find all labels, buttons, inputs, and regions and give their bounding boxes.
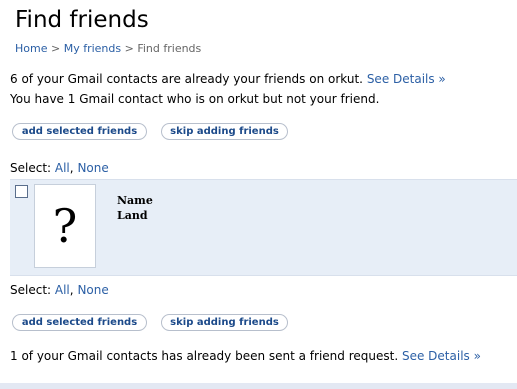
select-comma: , bbox=[69, 283, 74, 297]
skip-adding-friends-button[interactable]: skip adding friends bbox=[161, 123, 288, 140]
breadcrumb-home-link[interactable]: Home bbox=[15, 42, 47, 55]
select-none-link[interactable]: None bbox=[77, 283, 108, 297]
friend-name: Name bbox=[117, 194, 153, 207]
already-friends-text: 6 of your Gmail contacts are already you… bbox=[10, 72, 363, 86]
select-comma: , bbox=[69, 161, 74, 175]
add-selected-friends-button[interactable]: add selected friends bbox=[12, 123, 147, 140]
breadcrumb-separator: > bbox=[124, 42, 134, 55]
page-title: Find friends bbox=[15, 7, 149, 33]
add-selected-friends-button[interactable]: add selected friends bbox=[12, 314, 147, 331]
friend-checkbox[interactable] bbox=[15, 185, 28, 198]
skip-adding-friends-button[interactable]: skip adding friends bbox=[161, 314, 288, 331]
select-label: Select: bbox=[10, 283, 52, 297]
select-label: Select: bbox=[10, 161, 52, 175]
find-friends-panel: Find friends Home > My friends > Find fr… bbox=[0, 0, 517, 383]
already-friends-details-link[interactable]: See Details » bbox=[367, 72, 446, 86]
friend-row: ? Name Land bbox=[10, 179, 517, 276]
select-row-bottom: Select: All, None bbox=[10, 283, 109, 297]
request-sent-details-link[interactable]: See Details » bbox=[402, 349, 481, 363]
breadcrumb: Home > My friends > Find friends bbox=[15, 42, 201, 55]
select-all-link[interactable]: All bbox=[55, 283, 70, 297]
select-none-link[interactable]: None bbox=[77, 161, 108, 175]
friend-avatar-placeholder[interactable]: ? bbox=[34, 184, 96, 268]
breadcrumb-my-friends-link[interactable]: My friends bbox=[64, 42, 121, 55]
breadcrumb-current: Find friends bbox=[137, 42, 202, 55]
breadcrumb-separator: > bbox=[50, 42, 61, 55]
select-row-top: Select: All, None bbox=[10, 161, 109, 175]
request-sent-text: 1 of your Gmail contacts has already bee… bbox=[10, 349, 399, 363]
request-sent-message: 1 of your Gmail contacts has already bee… bbox=[10, 349, 481, 363]
not-friend-message: You have 1 Gmail contact who is on orkut… bbox=[10, 92, 380, 106]
select-all-link[interactable]: All bbox=[55, 161, 70, 175]
friend-location: Land bbox=[117, 209, 148, 222]
already-friends-message: 6 of your Gmail contacts are already you… bbox=[10, 72, 446, 86]
